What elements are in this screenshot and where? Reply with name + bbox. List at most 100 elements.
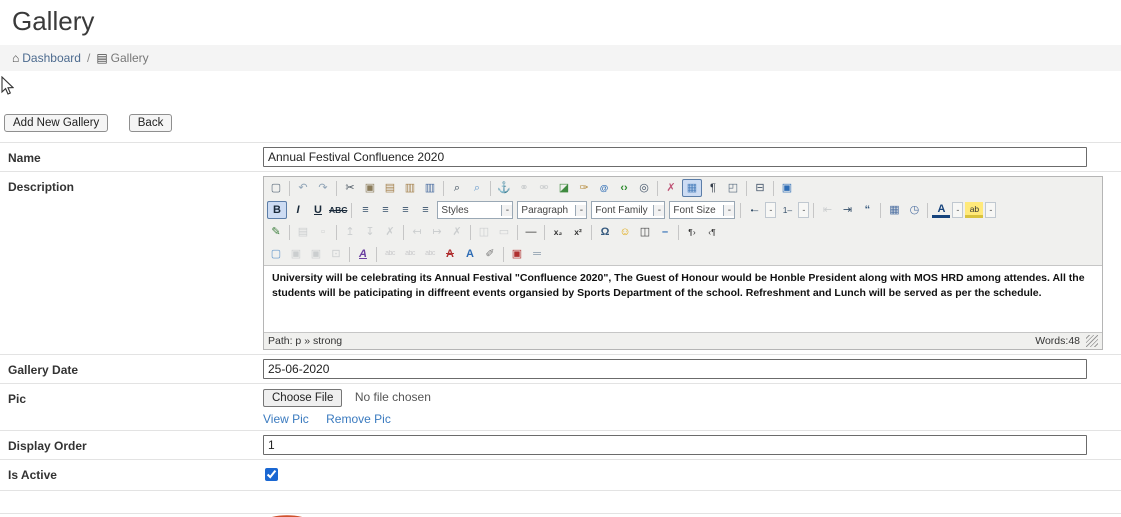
charmap-icon[interactable]: Ω <box>596 224 614 240</box>
new-document-icon[interactable]: ▢ <box>267 180 285 196</box>
toolbar-separator <box>591 225 592 240</box>
acronym-icon[interactable]: abc <box>421 246 439 262</box>
outdent-icon[interactable]: ⇤ <box>818 202 836 218</box>
cleanup-icon[interactable]: ✑ <box>575 180 593 196</box>
unlink-icon[interactable]: ⚮ <box>535 180 553 196</box>
page-break-icon[interactable]: ═ <box>528 246 546 262</box>
choose-file-button[interactable]: Choose File <box>263 389 342 407</box>
align-center-icon[interactable]: ≡ <box>376 202 394 218</box>
text-color-dropdown[interactable]: - <box>952 202 963 218</box>
page-title: Gallery <box>12 6 1109 37</box>
toolbar-separator <box>289 181 290 196</box>
italic-icon[interactable]: I <box>289 202 307 218</box>
paste-from-word-icon[interactable]: ▥ <box>421 180 439 196</box>
bold-icon[interactable]: B <box>267 201 287 219</box>
template-icon[interactable]: ◰ <box>724 180 742 196</box>
attributes-icon[interactable]: ✐ <box>481 246 499 262</box>
undo-icon[interactable]: ↶ <box>294 180 312 196</box>
superscript-icon[interactable]: x² <box>569 224 587 240</box>
horizontal-rule-icon[interactable]: — <box>522 224 540 240</box>
delete-col-icon[interactable]: ✗ <box>448 224 466 240</box>
split-cells-icon[interactable]: ◫ <box>475 224 493 240</box>
display-order-label: Display Order <box>0 431 263 459</box>
home-icon: ⌂ <box>12 51 19 65</box>
move-forward-icon[interactable]: ▣ <box>287 246 305 262</box>
find-icon[interactable]: ⌕ <box>448 180 466 196</box>
blockquote-icon[interactable]: “ <box>858 202 876 218</box>
strikethrough-icon[interactable]: ABC <box>329 202 347 218</box>
table-row-props-icon[interactable]: ▤ <box>294 224 312 240</box>
bullet-list-dropdown[interactable]: - <box>765 202 776 218</box>
editor-content-area[interactable]: University will be celebrating its Annua… <box>264 265 1102 332</box>
align-left-icon[interactable]: ≡ <box>356 202 374 218</box>
insert-image-icon[interactable]: ▣ <box>508 246 526 262</box>
html-source-icon[interactable]: ‹› <box>615 180 633 196</box>
breadcrumb-dashboard-link[interactable]: ⌂Dashboard <box>12 51 81 65</box>
insert-date-icon[interactable]: ▦ <box>885 202 903 218</box>
table-cell-props-icon[interactable]: ▫ <box>314 224 332 240</box>
display-order-input[interactable] <box>263 435 1087 455</box>
merge-cells-icon[interactable]: ▭ <box>495 224 513 240</box>
subscript-icon[interactable]: x₂ <box>549 224 567 240</box>
cut-icon[interactable]: ✂ <box>341 180 359 196</box>
copy-icon[interactable]: ▣ <box>361 180 379 196</box>
font-family-select[interactable]: Font Family- <box>591 201 665 219</box>
insert-row-after-icon[interactable]: ↧ <box>361 224 379 240</box>
font-size-select[interactable]: Font Size- <box>669 201 735 219</box>
anchor-icon[interactable]: ⚓ <box>495 180 513 196</box>
insert-col-after-icon[interactable]: ↦ <box>428 224 446 240</box>
link-icon[interactable]: ⚭ <box>515 180 533 196</box>
gallery-date-input[interactable] <box>263 359 1087 379</box>
align-justify-icon[interactable]: ≡ <box>416 202 434 218</box>
move-backward-icon[interactable]: ▣ <box>307 246 325 262</box>
styles-select[interactable]: Styles- <box>437 201 513 219</box>
help-icon[interactable]: @ <box>595 180 613 196</box>
style-props-icon[interactable]: A <box>354 246 372 262</box>
ins-icon[interactable]: A <box>461 246 479 262</box>
fullscreen-icon[interactable]: ▣ <box>778 180 796 196</box>
cite-icon[interactable]: abc <box>381 246 399 262</box>
print-icon[interactable]: ⊟ <box>751 180 769 196</box>
remove-format-icon[interactable]: ✗ <box>662 180 680 196</box>
rtl-icon[interactable]: ‹¶ <box>703 224 721 240</box>
nonbreaking-icon[interactable]: – <box>656 224 674 240</box>
absolute-position-icon[interactable]: ⊡ <box>327 246 345 262</box>
highlight-color-icon[interactable]: ab <box>965 202 983 218</box>
ltr-icon[interactable]: ¶› <box>683 224 701 240</box>
media-icon[interactable]: ◫ <box>636 224 654 240</box>
visual-aid-icon[interactable]: ▦ <box>682 179 702 197</box>
emoticons-icon[interactable]: ☺ <box>616 224 634 240</box>
delete-row-icon[interactable]: ✗ <box>381 224 399 240</box>
insert-col-before-icon[interactable]: ↤ <box>408 224 426 240</box>
align-right-icon[interactable]: ≡ <box>396 202 414 218</box>
remove-pic-link[interactable]: Remove Pic <box>326 412 391 426</box>
abbr-icon[interactable]: abc <box>401 246 419 262</box>
is-active-checkbox[interactable] <box>265 468 278 481</box>
editor-resize-grip[interactable] <box>1086 335 1098 347</box>
find-replace-icon[interactable]: ⌕ <box>468 180 486 196</box>
edit-css-icon[interactable]: ✎ <box>267 224 285 240</box>
redo-icon[interactable]: ↷ <box>314 180 332 196</box>
del-icon[interactable]: A <box>441 246 459 262</box>
numbered-list-icon[interactable]: 1– <box>778 202 796 218</box>
numbered-list-dropdown[interactable]: - <box>798 202 809 218</box>
view-pic-link[interactable]: View Pic <box>263 412 309 426</box>
insert-row-before-icon[interactable]: ↥ <box>341 224 359 240</box>
paste-icon[interactable]: ▤ <box>381 180 399 196</box>
text-color-icon[interactable]: A <box>932 202 950 218</box>
visual-chars-icon[interactable]: ¶ <box>704 180 722 196</box>
insert-time-icon[interactable]: ◷ <box>905 202 923 218</box>
indent-icon[interactable]: ⇥ <box>838 202 856 218</box>
preview-icon[interactable]: ◎ <box>635 180 653 196</box>
image-icon[interactable]: ◪ <box>555 180 573 196</box>
name-input[interactable] <box>263 147 1087 167</box>
no-file-chosen-text: No file chosen <box>355 390 431 404</box>
underline-icon[interactable]: U <box>309 202 327 218</box>
highlight-color-dropdown[interactable]: - <box>985 202 996 218</box>
insert-layer-icon[interactable]: ▢ <box>267 246 285 262</box>
bullet-list-icon[interactable]: •– <box>745 202 763 218</box>
add-new-gallery-button[interactable]: Add New Gallery <box>4 114 108 132</box>
paragraph-select[interactable]: Paragraph- <box>517 201 587 219</box>
back-button-top[interactable]: Back <box>129 114 173 132</box>
paste-as-text-icon[interactable]: ▥ <box>401 180 419 196</box>
